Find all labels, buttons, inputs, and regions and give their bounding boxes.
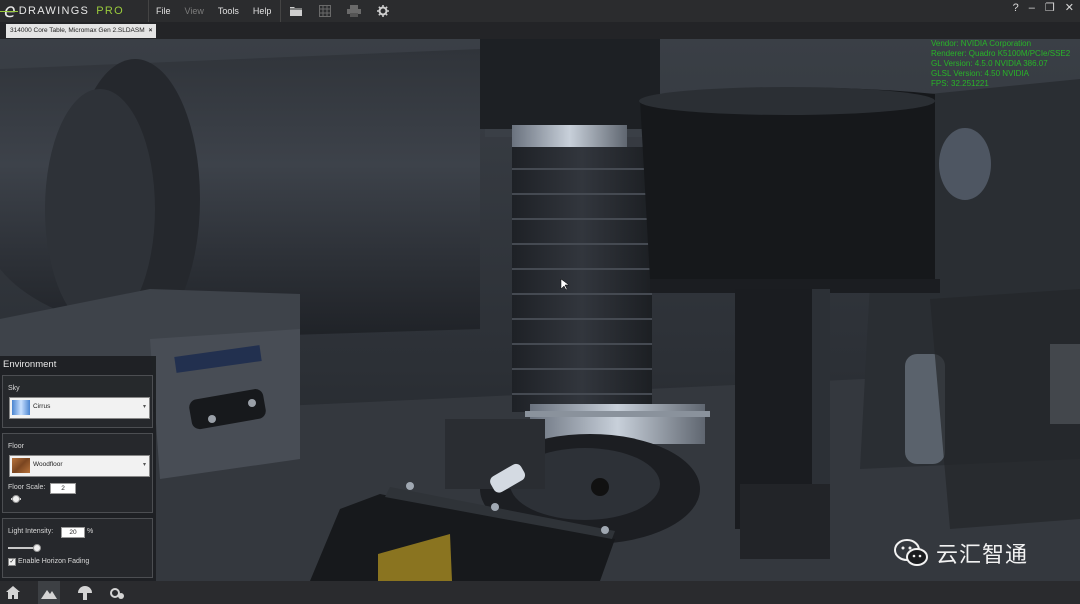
floor-swatch <box>12 458 30 473</box>
home-icon[interactable] <box>2 581 24 604</box>
document-tab[interactable]: 314000 Core Table, Micromax Gen 2.SLDASM… <box>6 24 157 38</box>
wechat-icon <box>894 539 928 566</box>
wechat-watermark: 云汇智通 <box>894 537 1028 569</box>
floor-value: Woodfloor <box>33 461 63 468</box>
floor-section: Floor Woodfloor ▾ Floor Scale: 2 <box>2 433 153 513</box>
app-logo: e DRAWINGS PRO <box>0 0 124 22</box>
environment-panel: Environment Sky Cirrus ▾ Floor Woodfloor… <box>0 356 156 581</box>
grid-icon[interactable] <box>314 0 336 22</box>
3d-model-render <box>0 39 1080 581</box>
panel-title: Environment <box>3 359 57 370</box>
title-bar: e DRAWINGS PRO File View Tools Help ? – … <box>0 0 1080 23</box>
environment-mountain-icon[interactable] <box>38 581 60 604</box>
floor-scale-label: Floor Scale: <box>8 484 46 491</box>
mushroom-icon[interactable] <box>74 581 96 604</box>
logo-name: DRAWINGS <box>18 5 90 17</box>
render-info-line: FPS: 32.251221 <box>931 79 989 88</box>
light-intensity-label: Light Intensity: <box>8 528 54 535</box>
sky-swatch <box>12 400 30 415</box>
minimize-button[interactable]: – <box>1029 0 1035 16</box>
slider-handle[interactable] <box>33 544 41 552</box>
watermark-text: 云汇智通 <box>936 543 1029 568</box>
floor-label: Floor <box>8 443 24 450</box>
menu-file[interactable]: File <box>149 0 178 22</box>
tab-close-icon[interactable]: × <box>149 24 153 38</box>
floor-scale-input[interactable]: 2 <box>50 483 76 494</box>
chevron-down-icon: ▾ <box>142 462 146 468</box>
sky-section: Sky Cirrus ▾ <box>2 375 153 428</box>
percent-unit: % <box>87 528 94 535</box>
slider-handle[interactable] <box>12 495 20 503</box>
render-info-line: GL Version: 4.5.0 NVIDIA 386.07 <box>931 59 1048 68</box>
render-info-line: Vendor: NVIDIA Corporation <box>931 39 1032 48</box>
sky-dropdown[interactable]: Cirrus ▾ <box>9 397 150 419</box>
logo-edition: PRO <box>96 5 124 17</box>
help-button[interactable]: ? <box>1013 0 1019 16</box>
toolbar <box>280 0 401 22</box>
light-intensity-input[interactable]: 20 <box>61 527 85 538</box>
menu-view[interactable]: View <box>178 0 211 22</box>
horizon-fading-label: Enable Horizon Fading <box>18 558 90 565</box>
chevron-down-icon: ▾ <box>142 404 146 410</box>
window-controls: ? – ❐ ✕ <box>1013 0 1074 16</box>
open-folder-icon[interactable] <box>285 0 307 22</box>
3d-viewport[interactable] <box>0 39 1080 581</box>
horizon-fading-checkbox[interactable]: ✓ <box>8 558 16 566</box>
close-button[interactable]: ✕ <box>1065 0 1074 16</box>
settings-gear-icon[interactable] <box>372 0 394 22</box>
menu-tools[interactable]: Tools <box>211 0 246 22</box>
bottom-toolbar <box>0 581 1080 604</box>
floor-dropdown[interactable]: Woodfloor ▾ <box>9 455 150 477</box>
model-gear-icon[interactable] <box>106 581 128 604</box>
document-tab-label: 314000 Core Table, Micromax Gen 2.SLDASM <box>10 27 145 34</box>
render-info-line: GLSL Version: 4.50 NVIDIA <box>931 69 1029 78</box>
menu-bar: File View Tools Help <box>148 0 278 22</box>
render-info-line: Renderer: Quadro K5100M/PCIe/SSE2 <box>931 49 1071 58</box>
sky-value: Cirrus <box>33 403 51 410</box>
print-icon[interactable] <box>343 0 365 22</box>
sky-label: Sky <box>8 385 20 392</box>
lighting-section: Light Intensity: 20 % ✓ Enable Horizon F… <box>2 518 153 578</box>
menu-help[interactable]: Help <box>246 0 279 22</box>
render-info: Vendor: NVIDIA Corporation Renderer: Qua… <box>931 39 1070 89</box>
document-tab-bar: 314000 Core Table, Micromax Gen 2.SLDASM… <box>0 22 1080 40</box>
restore-button[interactable]: ❐ <box>1045 0 1055 16</box>
logo-e: e <box>0 0 18 22</box>
